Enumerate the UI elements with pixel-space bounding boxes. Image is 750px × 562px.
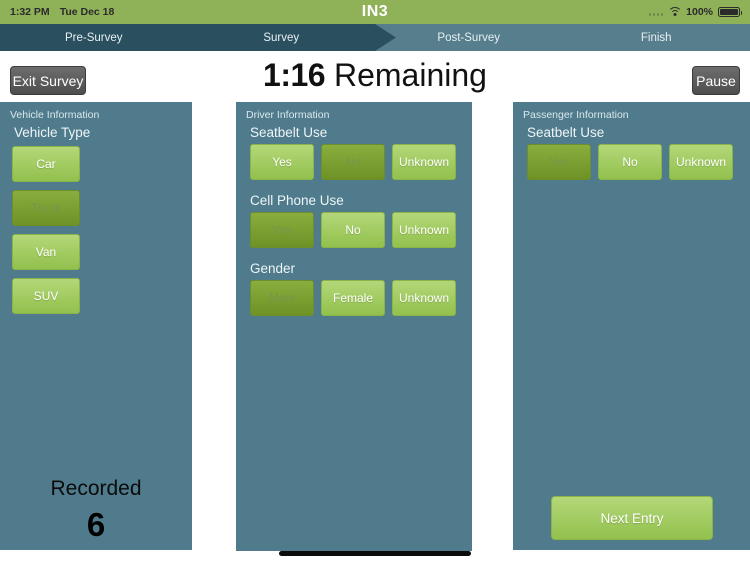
passenger-seatbelt-unknown[interactable]: Unknown <box>669 144 733 180</box>
driver-cellphone-yes[interactable]: Yes <box>250 212 314 248</box>
battery-percent-label: 100% <box>686 6 713 18</box>
driver-gender-male[interactable]: Male <box>250 280 314 316</box>
nav-step-finish[interactable]: Finish <box>563 24 750 51</box>
passenger-seatbelt-yes[interactable]: Yes <box>527 144 591 180</box>
vehicle-panel-title: Vehicle Information <box>10 109 100 121</box>
battery-full-icon <box>718 7 742 17</box>
vehicle-type-label: Vehicle Type <box>14 125 91 140</box>
recorded-count: 6 <box>86 506 106 543</box>
vehicle-option-suv[interactable]: SUV <box>12 278 80 314</box>
driver-cellphone-label: Cell Phone Use <box>250 193 344 208</box>
passenger-panel-title: Passenger Information <box>523 109 629 121</box>
app-title: IN3 <box>361 3 389 20</box>
nav-step-post-survey[interactable]: Post-Survey <box>375 24 563 51</box>
driver-gender-unknown[interactable]: Unknown <box>392 280 456 316</box>
recorded-label: Recorded <box>50 477 142 500</box>
status-bar-right: 100% <box>648 0 742 24</box>
driver-information-panel: Driver Information Seatbelt Use Yes No U… <box>236 102 472 551</box>
driver-gender-female[interactable]: Female <box>321 280 385 316</box>
status-date: Tue Dec 18 <box>59 6 115 18</box>
nav-step-survey[interactable]: Survey <box>188 24 376 51</box>
timer-value: 1:16 <box>263 57 326 93</box>
driver-panel-title: Driver Information <box>246 109 330 121</box>
survey-timer: 1:16 Remaining <box>0 57 750 94</box>
survey-header: Exit Survey 1:16 Remaining Pause <box>0 51 750 102</box>
vehicle-option-car[interactable]: Car <box>12 146 80 182</box>
nav-step-label: Post-Survey <box>437 31 501 44</box>
driver-seatbelt-label: Seatbelt Use <box>250 125 328 140</box>
vehicle-option-truck[interactable]: Truck <box>12 190 80 226</box>
vehicle-information-panel: Vehicle Information Vehicle Type Car Tru… <box>0 102 192 550</box>
passenger-seatbelt-label: Seatbelt Use <box>527 125 605 140</box>
nav-step-pre-survey[interactable]: Pre-Survey <box>0 24 188 51</box>
next-entry-button[interactable]: Next Entry <box>551 496 713 540</box>
driver-gender-label: Gender <box>250 261 296 276</box>
status-time: 1:32 PM <box>10 6 50 18</box>
signal-dots-icon <box>648 9 664 16</box>
status-bar-left: 1:32 PM Tue Dec 18 <box>10 6 114 18</box>
driver-cellphone-no[interactable]: No <box>321 212 385 248</box>
driver-cellphone-unknown[interactable]: Unknown <box>392 212 456 248</box>
timer-label: Remaining <box>333 57 487 93</box>
vehicle-option-van[interactable]: Van <box>12 234 80 270</box>
passenger-seatbelt-no[interactable]: No <box>598 144 662 180</box>
status-bar: 1:32 PM Tue Dec 18 IN3 100% <box>0 0 750 24</box>
nav-step-label: Survey <box>263 31 300 44</box>
wifi-icon <box>667 7 682 17</box>
nav-step-list: Pre-Survey Survey Post-Survey Finish <box>0 24 750 51</box>
pause-button[interactable]: Pause <box>692 66 740 95</box>
passenger-information-panel: Passenger Information Seatbelt Use Yes N… <box>513 102 750 550</box>
nav-step-label: Finish <box>640 31 672 44</box>
survey-progress-nav: Pre-Survey Survey Post-Survey Finish <box>0 24 750 51</box>
home-indicator[interactable] <box>279 551 471 556</box>
driver-seatbelt-yes[interactable]: Yes <box>250 144 314 180</box>
nav-step-label: Pre-Survey <box>64 31 123 44</box>
driver-seatbelt-no[interactable]: No <box>321 144 385 180</box>
driver-seatbelt-unknown[interactable]: Unknown <box>392 144 456 180</box>
